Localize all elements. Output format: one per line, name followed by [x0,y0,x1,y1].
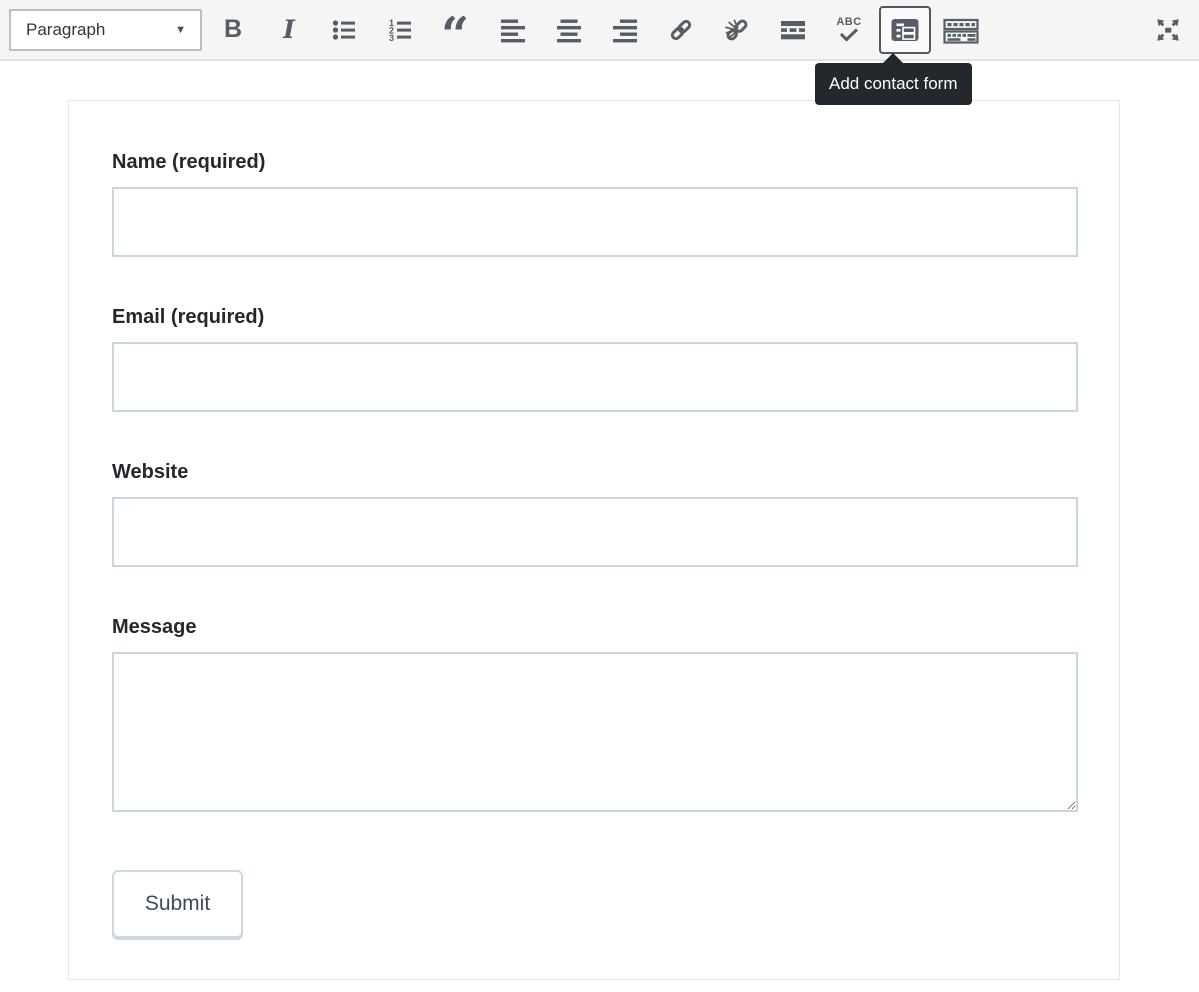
align-center-icon [555,16,583,44]
italic-button[interactable]: I [275,8,303,52]
bulleted-list-button[interactable] [331,8,359,52]
bold-icon: B [224,17,242,42]
name-input[interactable] [112,187,1078,257]
keyboard-shortcuts-button[interactable] [943,8,979,52]
align-center-button[interactable] [555,8,583,52]
blockquote-icon: “ [443,16,471,44]
fullscreen-icon [1154,15,1182,45]
link-icon [667,15,695,45]
spellcheck-button[interactable]: ABC [835,8,863,52]
message-textarea[interactable] [112,652,1078,812]
submit-button[interactable]: Submit [112,870,243,938]
align-right-button[interactable] [611,8,639,52]
unlink-icon [723,15,751,45]
website-input[interactable] [112,497,1078,567]
message-field-label: Message [112,615,1078,639]
bulleted-list-icon [331,16,359,44]
email-field-label: Email (required) [112,305,1078,329]
insert-more-tag-button[interactable] [779,8,807,52]
paragraph-format-dropdown[interactable]: Paragraph ▼ [9,9,202,51]
add-contact-form-tooltip: Add contact form [815,63,972,105]
align-left-icon [499,16,527,44]
keyboard-icon [943,16,979,44]
svg-text:“: “ [443,16,469,44]
editor-toolbar: Paragraph ▼ B I 1 2 3 [0,0,1199,61]
chevron-down-icon: ▼ [175,24,186,36]
editor-window: Paragraph ▼ B I 1 2 3 [0,0,1199,992]
website-field-label: Website [112,460,1078,484]
remove-link-button[interactable] [723,8,751,52]
spellcheck-icon: ABC [836,17,861,42]
numbered-list-icon: 1 2 3 [387,16,415,44]
align-left-button[interactable] [499,8,527,52]
add-contact-form-button[interactable] [879,6,931,54]
blockquote-button[interactable]: “ [443,8,471,52]
contact-form-icon [888,13,922,47]
italic-icon: I [283,17,295,42]
email-input[interactable] [112,342,1078,412]
fullscreen-button[interactable] [1154,8,1182,52]
more-tag-icon [779,16,807,44]
align-right-icon [611,16,639,44]
name-field-label: Name (required) [112,150,1078,174]
contact-form-preview: Name (required) Email (required) Website… [68,100,1120,980]
bold-button[interactable]: B [219,8,247,52]
numbered-list-button[interactable]: 1 2 3 [387,8,415,52]
insert-link-button[interactable] [667,8,695,52]
tooltip-text: Add contact form [829,74,958,94]
svg-text:3: 3 [389,33,394,43]
paragraph-format-value: Paragraph [26,20,105,40]
